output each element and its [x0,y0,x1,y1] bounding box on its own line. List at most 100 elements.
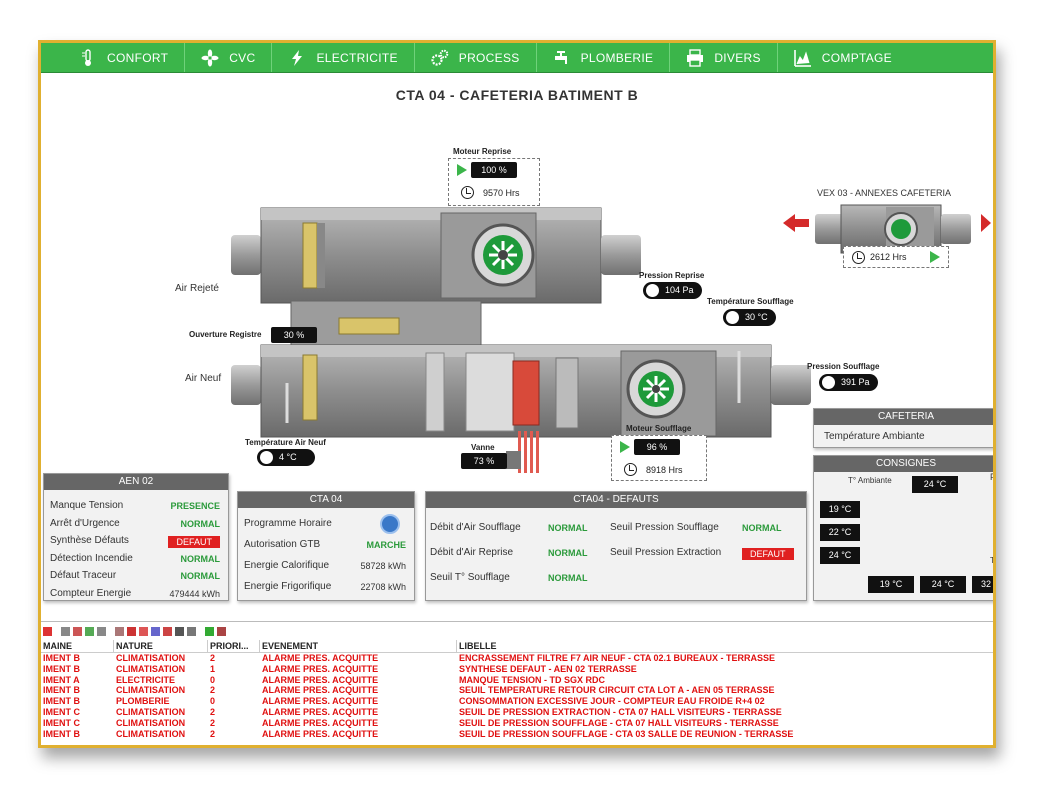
col-priorite[interactable]: PRIORI... [208,639,260,653]
nav-cvc[interactable]: CVC [185,43,273,72]
col-evenement[interactable]: EVENEMENT [260,639,457,653]
motor-soufflage-hours: 8918 Hrs [646,465,683,475]
alarm-toolbar [41,622,993,640]
alarm-nature: CLIMATISATION [116,728,186,739]
alarm-libelle: SYNTHESE DEFAUT - AEN 02 TERRASSE [459,663,637,674]
cta-row-status: MARCHE [366,540,407,550]
alarm-libelle: CONSOMMATION EXCESSIVE JOUR - COMPTEUR E… [459,696,765,707]
alarm-priorite: 1 [210,663,216,674]
alarm-priorite: 2 [210,728,216,739]
alarm-tool-icon[interactable] [43,626,52,636]
alarm-domaine: IMENT C [43,706,80,717]
alarm-row[interactable]: IMENT C CLIMATISATION 2 ALARME PRES. ACQUIT… [41,706,993,718]
alarm-tool-icon[interactable] [61,626,70,636]
clock-icon [624,463,637,476]
nav-label: CONFORT [107,50,169,65]
schedule-clock-icon[interactable] [380,514,400,534]
alarm-tool-icon[interactable] [97,626,106,636]
nav-comptage[interactable]: COMPTAGE [778,43,908,72]
alarm-domaine: IMENT B [43,685,80,696]
ouverture-registre-title: Ouverture Registre [189,330,262,339]
cta-row-status: 58728 kWh [360,561,406,571]
cta-panel: CTA 04 Programme Horaire Autorisation GTB… [237,491,415,601]
nav-electricite[interactable]: ELECTRICITE [272,43,415,72]
alarm-tool-icon[interactable] [163,626,172,636]
lightning-icon [288,49,306,67]
pill-text: 391 Pa [841,377,870,387]
pill-text: 104 Pa [665,285,694,295]
alarm-row[interactable]: IMENT B CLIMATISATION 2 ALARME PRES. ACQUIT… [41,728,993,740]
alarm-header: MAINE NATURE PRIORI... EVENEMENT LIBELLE [41,639,993,653]
alarm-tool-icon[interactable] [217,626,226,636]
chart-icon [793,49,812,67]
alarm-libelle: ENCRASSEMENT FILTRE F7 AIR NEUF - CTA 02… [459,653,776,663]
col-domaine[interactable]: MAINE [41,639,114,653]
alarm-priorite: 2 [210,685,216,696]
alarm-priorite: 0 [210,674,216,685]
cta-row-label: Energie Calorifique [244,560,330,571]
alarm-nature: ELECTRICITE [116,674,176,685]
vex-hours: 2612 Hrs [870,252,907,262]
alarm-tool-icon[interactable] [139,626,148,636]
alarm-row[interactable]: IMENT B CLIMATISATION 2 ALARME PRES. ACQUIT… [41,653,993,664]
vanne-title: Vanne [471,443,495,452]
nav-divers[interactable]: DIVERS [670,43,778,72]
alarm-tool-icon[interactable] [85,626,94,636]
nav-label: PLOMBERIE [580,50,654,65]
alarm-tool-icon[interactable] [187,626,196,636]
alarm-tool-icon[interactable] [151,626,160,636]
defaut-left-label: Débit d'Air Reprise [430,547,514,558]
temp-soufflage-value: 30 °C [723,309,776,326]
alarm-priorite: 2 [210,717,216,728]
consignes-bottom-1: 24 °C [920,576,966,593]
alarm-tool-icon[interactable] [127,626,136,636]
play-icon[interactable] [620,441,630,453]
alarm-domaine: IMENT B [43,696,80,707]
mixing-damper [338,317,400,335]
consignes-bottom-2: 32 [972,576,993,593]
alarm-domaine: IMENT B [43,653,80,663]
aen-row-status: NORMAL [180,518,221,529]
clock-icon [852,251,865,264]
top-nav: CONFORT CVC ELECTRICITE PROCESS PLOMBERI… [41,43,993,73]
aen-panel: AEN 02 Manque Tension PRESENCE Arrêt d'Urg… [43,473,229,601]
alarm-tool-icon[interactable] [175,626,184,636]
alarm-evenement: ALARME PRES. ACQUITTE [262,653,379,663]
alarm-domaine: IMENT B [43,728,80,739]
alarm-row[interactable]: IMENT B CLIMATISATION 2 ALARME PRES. ACQUIT… [41,685,993,696]
aen-title: AEN 02 [44,474,228,490]
nav-label: DIVERS [714,50,761,65]
alarm-tool-icon[interactable] [205,626,214,636]
nav-label: ELECTRICITE [316,50,398,65]
col-libelle[interactable]: LIBELLE [457,640,993,653]
alarm-domaine: IMENT A [43,674,80,685]
defauts-panel: CTA04 - DEFAUTS Débit d'Air Soufflage NOR… [425,491,807,601]
faucet-icon [553,49,571,67]
alarm-tool-icon[interactable] [73,626,82,636]
nav-plomberie[interactable]: PLOMBERIE [537,43,671,72]
aen-row-label: Arrêt d'Urgence [50,517,120,529]
nav-process[interactable]: PROCESS [415,43,537,72]
cta-row-label: Programme Horaire [244,518,332,529]
air-rejete-label: Air Rejeté [175,283,219,294]
alarm-row[interactable]: IMENT B CLIMATISATION 1 ALARME PRES. ACQUIT… [41,663,993,675]
play-icon[interactable] [457,164,467,176]
alarm-row[interactable]: IMENT C CLIMATISATION 2 ALARME PRES. ACQUIT… [41,717,993,729]
defaut-left-label: Débit d'Air Soufflage [430,522,521,533]
alarm-tool-icon[interactable] [115,626,124,636]
pression-reprise-value: 104 Pa [643,282,702,299]
nav-confort[interactable]: CONFORT [41,43,186,72]
alarm-nature: CLIMATISATION [116,706,186,717]
col-nature[interactable]: NATURE [114,639,208,653]
cafeteria-panel: CAFETERIA Température Ambiante [813,408,993,448]
consignes-right-frag-p: P [990,472,996,482]
play-icon[interactable] [930,251,940,263]
temp-soufflage-title: Température Soufflage [707,297,794,306]
fan-icon [201,49,219,67]
alarm-row[interactable]: IMENT A ELECTRICITE 0 ALARME PRES. ACQUITTE… [41,674,993,686]
aen-row-label: Détection Incendie [50,552,133,564]
app-window: CONFORT CVC ELECTRICITE PROCESS PLOMBERI… [38,40,996,748]
alarm-nature: CLIMATISATION [116,653,186,663]
defaut-left-status: NORMAL [548,548,588,558]
alarm-row[interactable]: IMENT B PLOMBERIE 0 ALARME PRES. ACQUITTE CO… [41,696,993,707]
